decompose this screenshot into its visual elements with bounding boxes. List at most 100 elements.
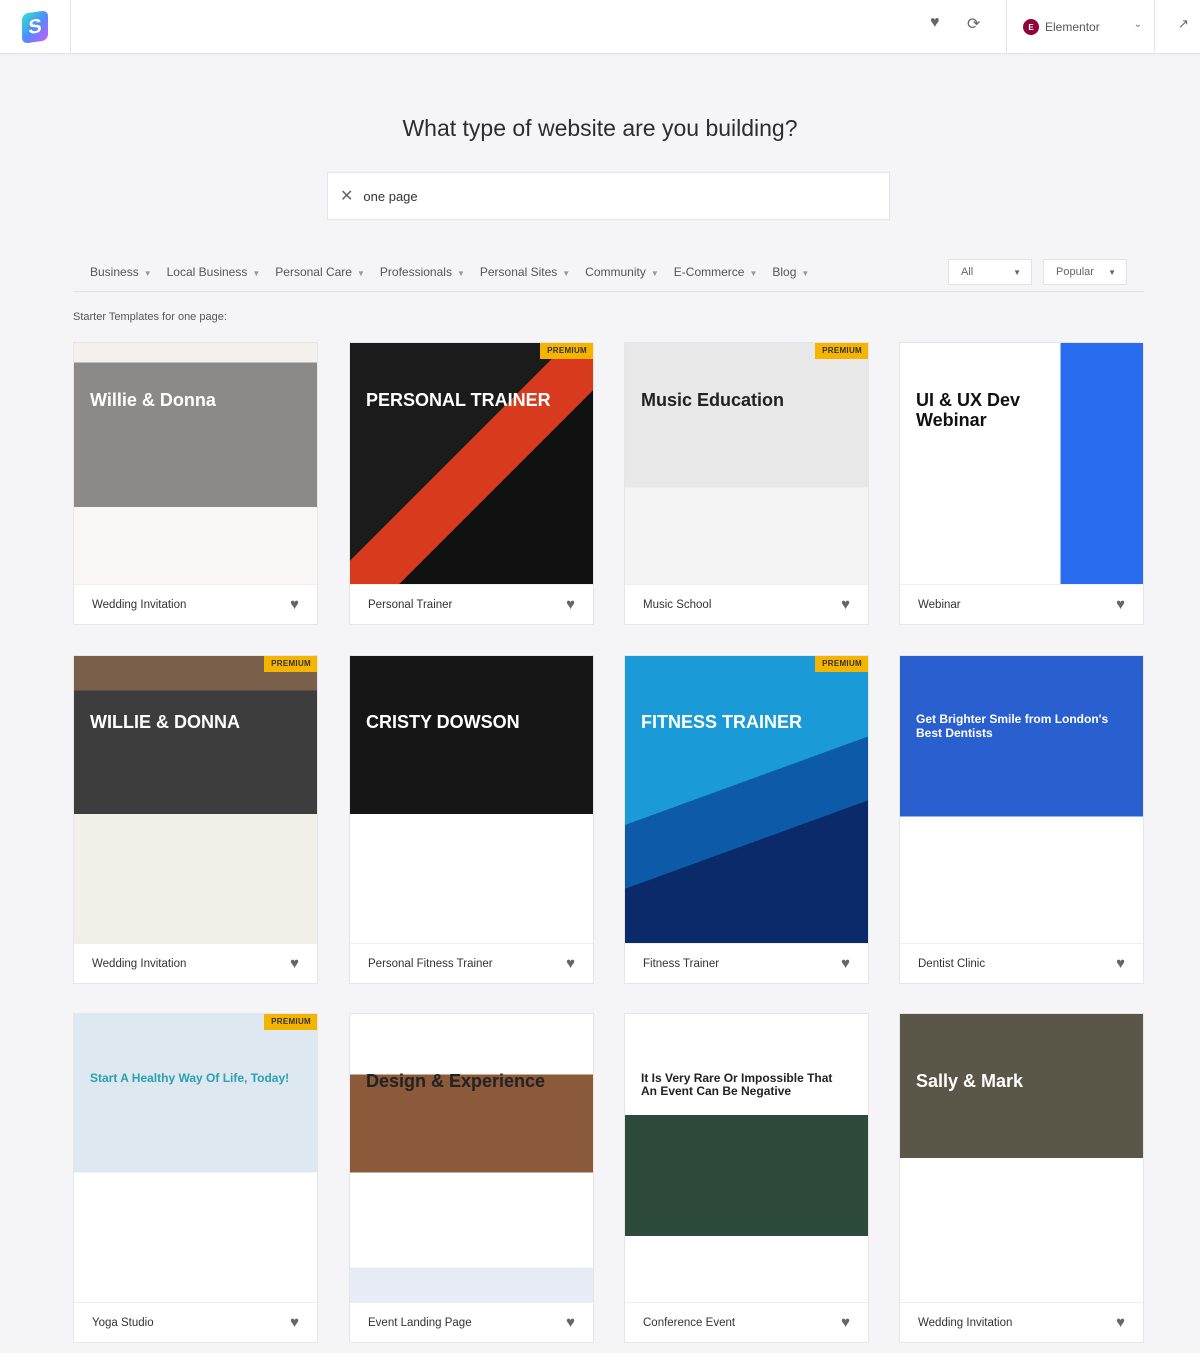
search-box: ✕ — [327, 172, 890, 220]
premium-badge: PREMIUM — [815, 343, 868, 359]
template-card[interactable]: UI & UX Dev Webinar Webinar ♥ — [899, 342, 1144, 625]
template-footer: Conference Event ♥ — [625, 1302, 868, 1342]
preview-headline: PERSONAL TRAINER — [366, 390, 551, 411]
category-label: Professionals — [379, 265, 452, 279]
favorites-heart-icon[interactable]: ♥ — [930, 14, 940, 32]
template-preview-image[interactable]: PERSONAL TRAINER PREMIUM — [350, 343, 593, 584]
page-builder-select[interactable]: E Elementor ⌄ — [1006, 0, 1155, 54]
sort-select[interactable]: Popular ▼ — [1043, 259, 1127, 285]
chevron-down-icon: ▼ — [749, 269, 758, 278]
category-community[interactable]: Community ▼ — [585, 265, 659, 279]
preview-headline: It Is Very Rare Or Impossible That An Ev… — [641, 1070, 833, 1098]
template-card[interactable]: It Is Very Rare Or Impossible That An Ev… — [624, 1013, 869, 1343]
results-subtitle: Starter Templates for one page: — [73, 311, 227, 323]
template-footer: Wedding Invitation ♥ — [900, 1302, 1143, 1342]
preview-headline: Willie & Donna — [90, 390, 216, 411]
preview-headline: Get Brighter Smile from London's Best De… — [916, 712, 1109, 740]
template-name: Personal Fitness Trainer — [368, 957, 493, 970]
template-name: Wedding Invitation — [918, 1316, 1013, 1329]
heart-icon[interactable]: ♥ — [566, 596, 575, 613]
heart-icon[interactable]: ♥ — [290, 596, 299, 613]
category-nav: Business ▼ Local Business ▼ Personal Care ▼ Pr… — [90, 265, 824, 279]
template-footer: Yoga Studio ♥ — [74, 1302, 317, 1342]
category-label: Personal Care — [275, 265, 352, 279]
template-preview-image[interactable]: Design & Experience — [350, 1014, 593, 1302]
template-card[interactable]: PERSONAL TRAINER PREMIUM Personal Traine… — [349, 342, 594, 625]
template-name: Conference Event — [643, 1316, 736, 1329]
preview-headline: CRISTY DOWSON — [366, 712, 520, 733]
clear-search-icon[interactable]: ✕ — [340, 186, 353, 206]
category-blog[interactable]: Blog ▼ — [772, 265, 809, 279]
chevron-down-icon: ⌄ — [1133, 19, 1142, 30]
template-footer: Personal Fitness Trainer ♥ — [350, 943, 593, 983]
heart-icon[interactable]: ♥ — [1116, 1314, 1125, 1331]
category-local-business[interactable]: Local Business ▼ — [167, 265, 261, 279]
top-bar: S ♥ ⟳ E Elementor ⌄ ↗ — [0, 0, 1200, 54]
category-personal-sites[interactable]: Personal Sites ▼ — [480, 265, 570, 279]
category-professionals[interactable]: Professionals ▼ — [380, 265, 465, 279]
template-card[interactable]: Music Education PREMIUM Music School ♥ — [624, 342, 869, 625]
template-card[interactable]: Get Brighter Smile from London's Best De… — [899, 655, 1144, 984]
chevron-down-icon: ▼ — [650, 269, 659, 278]
template-card[interactable]: Sally & Mark Wedding Invitation ♥ — [899, 1013, 1144, 1343]
category-label: Local Business — [166, 265, 248, 279]
template-preview-image[interactable]: Start A Healthy Way Of Life, Today! PREM… — [74, 1014, 317, 1302]
search-input[interactable] — [363, 188, 844, 204]
template-name: Fitness Trainer — [643, 957, 720, 970]
template-preview-image[interactable]: CRISTY DOWSON — [350, 656, 593, 943]
category-e-commerce[interactable]: E-Commerce ▼ — [674, 265, 758, 279]
premium-badge: PREMIUM — [264, 1014, 317, 1030]
page-title: What type of website are you building? — [402, 115, 798, 141]
template-footer: Fitness Trainer ♥ — [625, 943, 868, 983]
preview-headline: FITNESS TRAINER — [641, 712, 803, 733]
heart-icon[interactable]: ♥ — [290, 955, 299, 972]
chevron-down-icon: ▼ — [356, 269, 365, 278]
template-card[interactable]: Willie & Donna Wedding Invitation ♥ — [73, 342, 318, 625]
heart-icon[interactable]: ♥ — [566, 955, 575, 972]
type-filter-value: All — [961, 266, 974, 278]
heart-icon[interactable]: ♥ — [841, 596, 850, 613]
heart-icon[interactable]: ♥ — [841, 955, 850, 972]
category-label: Personal Sites — [479, 265, 558, 279]
template-preview-image[interactable]: It Is Very Rare Or Impossible That An Ev… — [625, 1014, 868, 1302]
template-footer: Dentist Clinic ♥ — [900, 943, 1143, 983]
template-name: Wedding Invitation — [92, 598, 187, 611]
chevron-down-icon: ▼ — [143, 269, 152, 278]
template-name: Event Landing Page — [368, 1316, 472, 1329]
preview-headline: Design & Experience — [366, 1070, 546, 1091]
template-name: Music School — [643, 598, 712, 611]
template-preview-image[interactable]: FITNESS TRAINER PREMIUM — [625, 656, 868, 943]
chevron-down-icon: ▼ — [1013, 267, 1021, 277]
category-business[interactable]: Business ▼ — [90, 265, 152, 279]
template-card[interactable]: CRISTY DOWSON Personal Fitness Trainer ♥ — [349, 655, 594, 984]
heart-icon[interactable]: ♥ — [290, 1314, 299, 1331]
template-card[interactable]: FITNESS TRAINER PREMIUM Fitness Trainer … — [624, 655, 869, 984]
sync-icon[interactable]: ⟳ — [967, 14, 980, 34]
divider — [73, 291, 1144, 292]
heart-icon[interactable]: ♥ — [566, 1314, 575, 1331]
template-card[interactable]: Start A Healthy Way Of Life, Today! PREM… — [73, 1013, 318, 1343]
starter-templates-logo-icon: S — [22, 10, 48, 44]
template-footer: Event Landing Page ♥ — [350, 1302, 593, 1342]
external-link-icon[interactable]: ↗ — [1178, 16, 1189, 32]
chevron-down-icon: ▼ — [456, 269, 465, 278]
template-preview-image[interactable]: Sally & Mark — [900, 1014, 1143, 1302]
template-name: Webinar — [918, 598, 961, 611]
template-preview-image[interactable]: WILLIE & DONNA PREMIUM — [74, 656, 317, 943]
premium-badge: PREMIUM — [540, 343, 593, 359]
heart-icon[interactable]: ♥ — [1116, 596, 1125, 613]
heart-icon[interactable]: ♥ — [1116, 955, 1125, 972]
heart-icon[interactable]: ♥ — [841, 1314, 850, 1331]
template-preview-image[interactable]: Music Education PREMIUM — [625, 343, 868, 584]
builder-label: Elementor — [1045, 20, 1100, 34]
chevron-down-icon: ▼ — [1108, 267, 1116, 277]
template-preview-image[interactable]: UI & UX Dev Webinar — [900, 343, 1143, 584]
category-personal-care[interactable]: Personal Care ▼ — [275, 265, 365, 279]
template-card[interactable]: WILLIE & DONNA PREMIUM Wedding Invitatio… — [73, 655, 318, 984]
template-preview-image[interactable]: Willie & Donna — [74, 343, 317, 584]
logo[interactable]: S — [0, 0, 71, 54]
template-name: Personal Trainer — [368, 598, 453, 611]
template-card[interactable]: Design & Experience Event Landing Page ♥ — [349, 1013, 594, 1343]
template-preview-image[interactable]: Get Brighter Smile from London's Best De… — [900, 656, 1143, 943]
type-filter-select[interactable]: All ▼ — [948, 259, 1032, 285]
